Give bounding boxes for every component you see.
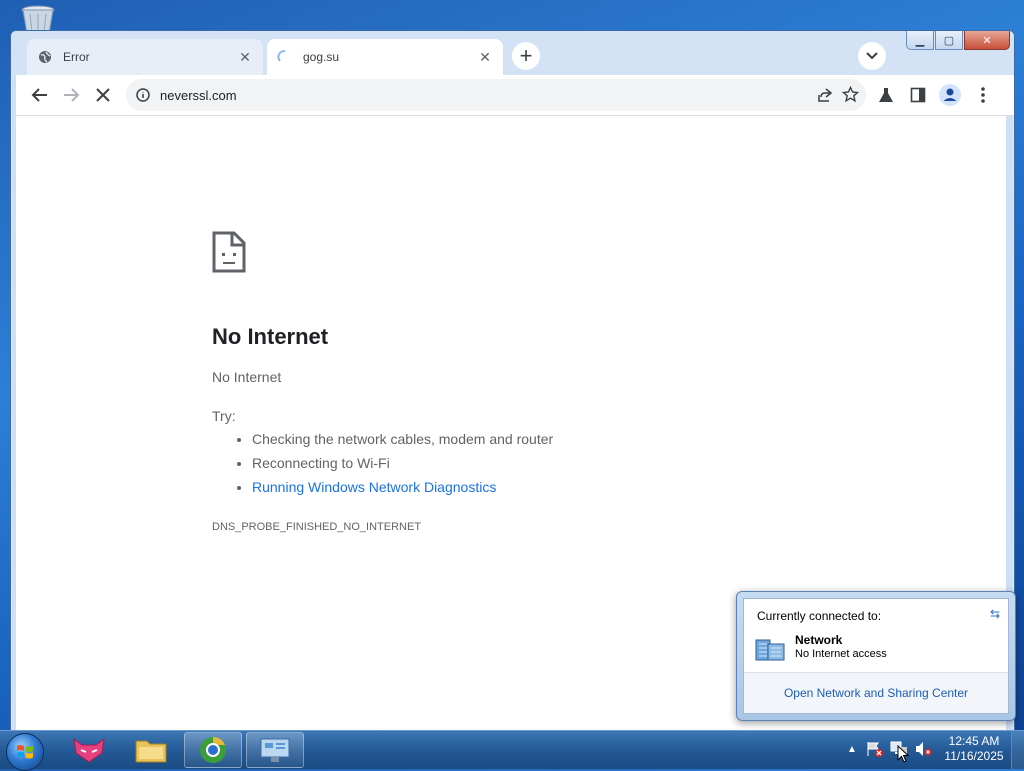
taskbar-app-fox[interactable] xyxy=(60,732,118,768)
side-panel-icon[interactable] xyxy=(906,83,930,107)
network-name: Network xyxy=(795,633,843,647)
kebab-menu-icon[interactable] xyxy=(971,83,995,107)
fox-app-icon xyxy=(73,737,105,763)
loading-spinner-icon xyxy=(277,49,293,65)
suggestions-list: Checking the network cables, modem and r… xyxy=(212,427,553,499)
taskbar: ▲ 12:45 AM 11/16/2025 xyxy=(0,730,1024,771)
chevron-down-icon xyxy=(866,52,878,60)
taskbar-app-control-panel[interactable] xyxy=(246,732,304,768)
suggestion-item-diagnostics: Running Windows Network Diagnostics xyxy=(252,475,553,499)
network-flyout-panel: Currently connected to: ⇆ Network No Int… xyxy=(743,598,1009,714)
url-text: neverssl.com xyxy=(160,87,237,103)
tab-label: Error xyxy=(63,50,90,64)
tab-strip: Error ✕ gog.su ✕ + ▁ ▢ ✕ xyxy=(11,31,1014,75)
minimize-button[interactable]: ▁ xyxy=(906,31,934,50)
folder-icon xyxy=(135,740,167,763)
forward-icon[interactable] xyxy=(59,83,83,107)
tab-search-button[interactable] xyxy=(858,42,886,70)
close-tab-icon[interactable]: ✕ xyxy=(477,49,493,65)
flyout-header: Currently connected to: xyxy=(757,609,882,623)
suggestion-item: Checking the network cables, modem and r… xyxy=(252,427,553,451)
sad-page-icon xyxy=(212,231,246,273)
clock-date: 11/16/2025 xyxy=(944,749,1004,763)
tab-gog[interactable]: gog.su ✕ xyxy=(267,39,503,75)
profile-avatar-icon[interactable] xyxy=(938,83,962,107)
info-icon[interactable] xyxy=(126,88,160,102)
open-network-center-link[interactable]: Open Network and Sharing Center xyxy=(744,672,1008,713)
network-building-icon xyxy=(755,639,785,661)
network-status: No Internet access xyxy=(795,648,887,660)
tab-label: gog.su xyxy=(303,50,340,64)
run-diagnostics-link[interactable]: Running Windows Network Diagnostics xyxy=(252,479,496,495)
mouse-cursor-icon xyxy=(897,745,909,763)
browser-globe-icon xyxy=(200,737,226,763)
labs-flask-icon[interactable] xyxy=(874,83,898,107)
stop-loading-icon[interactable] xyxy=(91,83,115,107)
globe-icon xyxy=(37,49,53,65)
close-tab-icon[interactable]: ✕ xyxy=(237,49,253,65)
taskbar-app-explorer[interactable] xyxy=(122,732,180,768)
bookmark-star-icon[interactable] xyxy=(841,85,860,108)
new-tab-button[interactable]: + xyxy=(512,42,540,70)
suggestion-item: Reconnecting to Wi-Fi xyxy=(252,451,553,475)
address-bar[interactable]: neverssl.com xyxy=(126,79,866,111)
clock[interactable]: 12:45 AM 11/16/2025 xyxy=(940,734,1008,764)
tab-error[interactable]: Error ✕ xyxy=(27,39,263,75)
try-label: Try: xyxy=(212,408,236,424)
window-controls: ▁ ▢ ✕ xyxy=(905,31,1010,50)
windows-logo-icon xyxy=(17,745,33,759)
share-icon[interactable] xyxy=(817,87,833,108)
show-desktop-button[interactable] xyxy=(1011,731,1024,769)
show-hidden-icons-icon[interactable]: ▲ xyxy=(843,740,861,758)
network-flyout: Currently connected to: ⇆ Network No Int… xyxy=(736,591,1016,721)
control-panel-icon xyxy=(260,738,290,762)
close-window-button[interactable]: ✕ xyxy=(964,31,1010,50)
refresh-icon[interactable]: ⇆ xyxy=(990,607,1000,621)
clock-time: 12:45 AM xyxy=(948,734,1000,748)
action-center-flag-icon[interactable] xyxy=(866,740,884,758)
taskbar-app-chrome[interactable] xyxy=(184,732,242,768)
maximize-button[interactable]: ▢ xyxy=(935,31,963,50)
browser-toolbar: neverssl.com xyxy=(16,75,1014,116)
start-button[interactable] xyxy=(6,733,44,771)
error-title: No Internet xyxy=(212,324,329,349)
back-icon[interactable] xyxy=(28,83,52,107)
error-subtitle: No Internet xyxy=(212,369,282,385)
volume-muted-icon[interactable] xyxy=(914,740,932,758)
error-code: DNS_PROBE_FINISHED_NO_INTERNET xyxy=(212,521,422,533)
